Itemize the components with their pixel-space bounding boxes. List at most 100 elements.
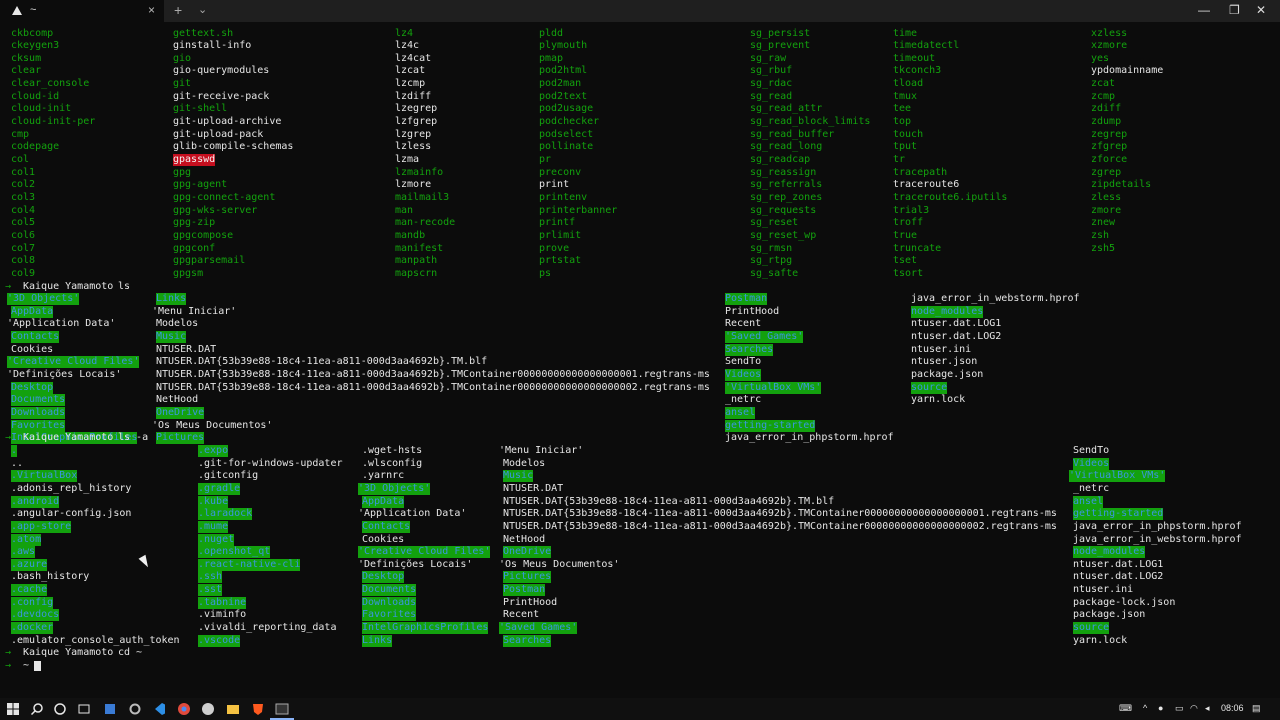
cmd-entry: sg_reassign: [750, 166, 817, 178]
cmd-entry: mapscrn: [395, 267, 438, 279]
ls-a-entry: .tabnine: [198, 596, 247, 609]
maximize-button[interactable]: ❐: [1229, 3, 1240, 17]
cmd-entry: podselect: [539, 128, 594, 140]
ls-entry: getting-started: [725, 419, 816, 432]
cmd-entry: cmp: [11, 128, 30, 140]
cortana-icon[interactable]: [53, 702, 67, 716]
cmd-entry: tsort: [893, 267, 924, 279]
keyboard-icon[interactable]: ⌨: [1119, 703, 1132, 714]
cmd-entry: git-upload-archive: [173, 116, 282, 128]
cmd-entry: pod2usage: [539, 103, 594, 115]
cmd-entry: mandb: [395, 229, 426, 241]
cmd-entry: gpg-wks-server: [173, 204, 258, 216]
cmd-entry: sg_safte: [750, 267, 799, 279]
ls-a-entry: .azure: [11, 558, 48, 571]
ls-a-entry: ntuser.ini: [1073, 584, 1134, 596]
settings-icon[interactable]: [128, 702, 142, 716]
new-tab-button[interactable]: +: [174, 2, 182, 18]
cmd-entry: zmore: [1091, 204, 1122, 216]
cmd-entry: pr: [539, 154, 552, 165]
network-icon[interactable]: ◠: [1190, 703, 1198, 714]
ls-a-entry: IntelGraphicsProfiles: [362, 622, 489, 635]
close-window-button[interactable]: ✕: [1256, 3, 1266, 17]
cmd-entry: printerbanner: [539, 204, 618, 216]
cmd-entry: sg_rdac: [750, 78, 793, 90]
vscode-icon[interactable]: [152, 702, 166, 716]
cmd-entry: clear_console: [11, 78, 90, 90]
ls-entry: Videos: [725, 369, 762, 382]
cmd-entry: manifest: [395, 242, 444, 254]
pinned-app-icon[interactable]: [103, 702, 117, 716]
terminal-app-icon[interactable]: [275, 702, 289, 716]
prompt-command: cd ~: [118, 647, 143, 659]
cmd-entry: zipdetails: [1091, 179, 1152, 191]
battery-icon[interactable]: ▭: [1175, 703, 1184, 714]
ls-a-entry: 'Os Meus Documentos': [499, 558, 620, 570]
ls-a-entry: Documents: [362, 584, 417, 597]
cmd-entry: trial3: [893, 204, 930, 216]
cmd-entry: mailmail3: [395, 191, 450, 203]
ls-a-entry: .sst: [198, 584, 223, 597]
cmd-entry: col1: [11, 166, 36, 178]
cmd-entry: lzdiff: [395, 90, 432, 102]
cmd-entry: tput: [893, 141, 918, 153]
file-explorer-icon[interactable]: [226, 702, 240, 716]
tab-close-button[interactable]: ×: [148, 3, 155, 17]
search-icon[interactable]: [30, 702, 44, 716]
ls-a-entry: Videos: [1073, 457, 1110, 470]
cmd-entry: zfgrep: [1091, 141, 1128, 153]
ls-a-entry: Modelos: [503, 457, 546, 469]
ls-entry: java_error_in_phpstorm.hprof: [725, 432, 894, 444]
cmd-entry: xzmore: [1091, 40, 1128, 52]
prompt-arrow: →: [5, 660, 12, 671]
ls-a-entry: Recent: [503, 609, 540, 621]
ls-a-entry: NTUSER.DAT{53b39e88-18c4-11ea-a811-000d3…: [503, 520, 1057, 532]
cmd-entry: gpgconf: [173, 242, 216, 254]
ls-a-entry: .nuget: [198, 533, 235, 546]
ls-a-entry: NTUSER.DAT: [503, 482, 564, 494]
cmd-entry: col8: [11, 255, 36, 267]
microphone-icon[interactable]: ●: [1158, 703, 1163, 713]
ls-entry: NTUSER.DAT{53b39e88-18c4-11ea-a811-000d3…: [156, 381, 710, 393]
cmd-entry: zdump: [1091, 116, 1122, 128]
cmd-entry: pmap: [539, 52, 564, 64]
browser-icon[interactable]: [201, 702, 215, 716]
task-view-icon[interactable]: [77, 702, 91, 716]
chevron-up-icon[interactable]: ^: [1143, 703, 1147, 713]
volume-icon[interactable]: ◂: [1205, 703, 1210, 714]
prompt-user: Kaique Yamamoto: [23, 280, 114, 292]
ls-a-entry: .angular-config.json: [11, 508, 132, 520]
clock-time[interactable]: 08:06: [1221, 703, 1244, 713]
ls-a-entry: 'Menu Iniciar': [499, 444, 584, 456]
ls-a-entry: .gitconfig: [198, 470, 259, 482]
cmd-entry: sg_requests: [750, 204, 817, 216]
cmd-entry: col2: [11, 179, 36, 191]
ls-a-entry: .kube: [198, 495, 229, 508]
ls-a-entry: Contacts: [362, 520, 411, 533]
brave-icon[interactable]: [251, 702, 265, 716]
cmd-entry: gpgsm: [173, 267, 204, 279]
tab-dropdown-button[interactable]: ⌄: [198, 3, 207, 16]
ls-entry: Modelos: [156, 318, 199, 330]
chrome-icon[interactable]: [177, 702, 191, 716]
ls-entry: Postman: [725, 293, 768, 306]
prompt-arrow: →: [5, 432, 12, 444]
cmd-entry: git-upload-pack: [173, 128, 264, 140]
cmd-entry: yes: [1091, 52, 1110, 64]
prompt-command: ls -a: [118, 432, 149, 444]
cmd-entry: touch: [893, 128, 924, 140]
cmd-entry: gpasswd: [173, 154, 216, 166]
notification-icon[interactable]: ▤: [1252, 703, 1261, 714]
windows-start-icon[interactable]: [6, 702, 20, 716]
ls-a-entry: .wlsconfig: [362, 457, 423, 469]
cmd-entry: lz4: [395, 27, 414, 39]
ls-entry: Recent: [725, 318, 762, 330]
terminal-tab[interactable]: ~ ×: [0, 0, 164, 22]
ls-a-entry: yarn.lock: [1073, 634, 1128, 646]
minimize-button[interactable]: —: [1198, 3, 1210, 17]
terminal-output[interactable]: ckbcomp ckeygen3 cksum clear clear_console cl…: [0, 22, 1280, 698]
cmd-entry: lzmainfo: [395, 166, 444, 178]
ls-a-entry: source: [1073, 622, 1110, 635]
cmd-entry: sg_readcap: [750, 154, 811, 165]
ls-a-entry: .vscode: [198, 634, 241, 647]
